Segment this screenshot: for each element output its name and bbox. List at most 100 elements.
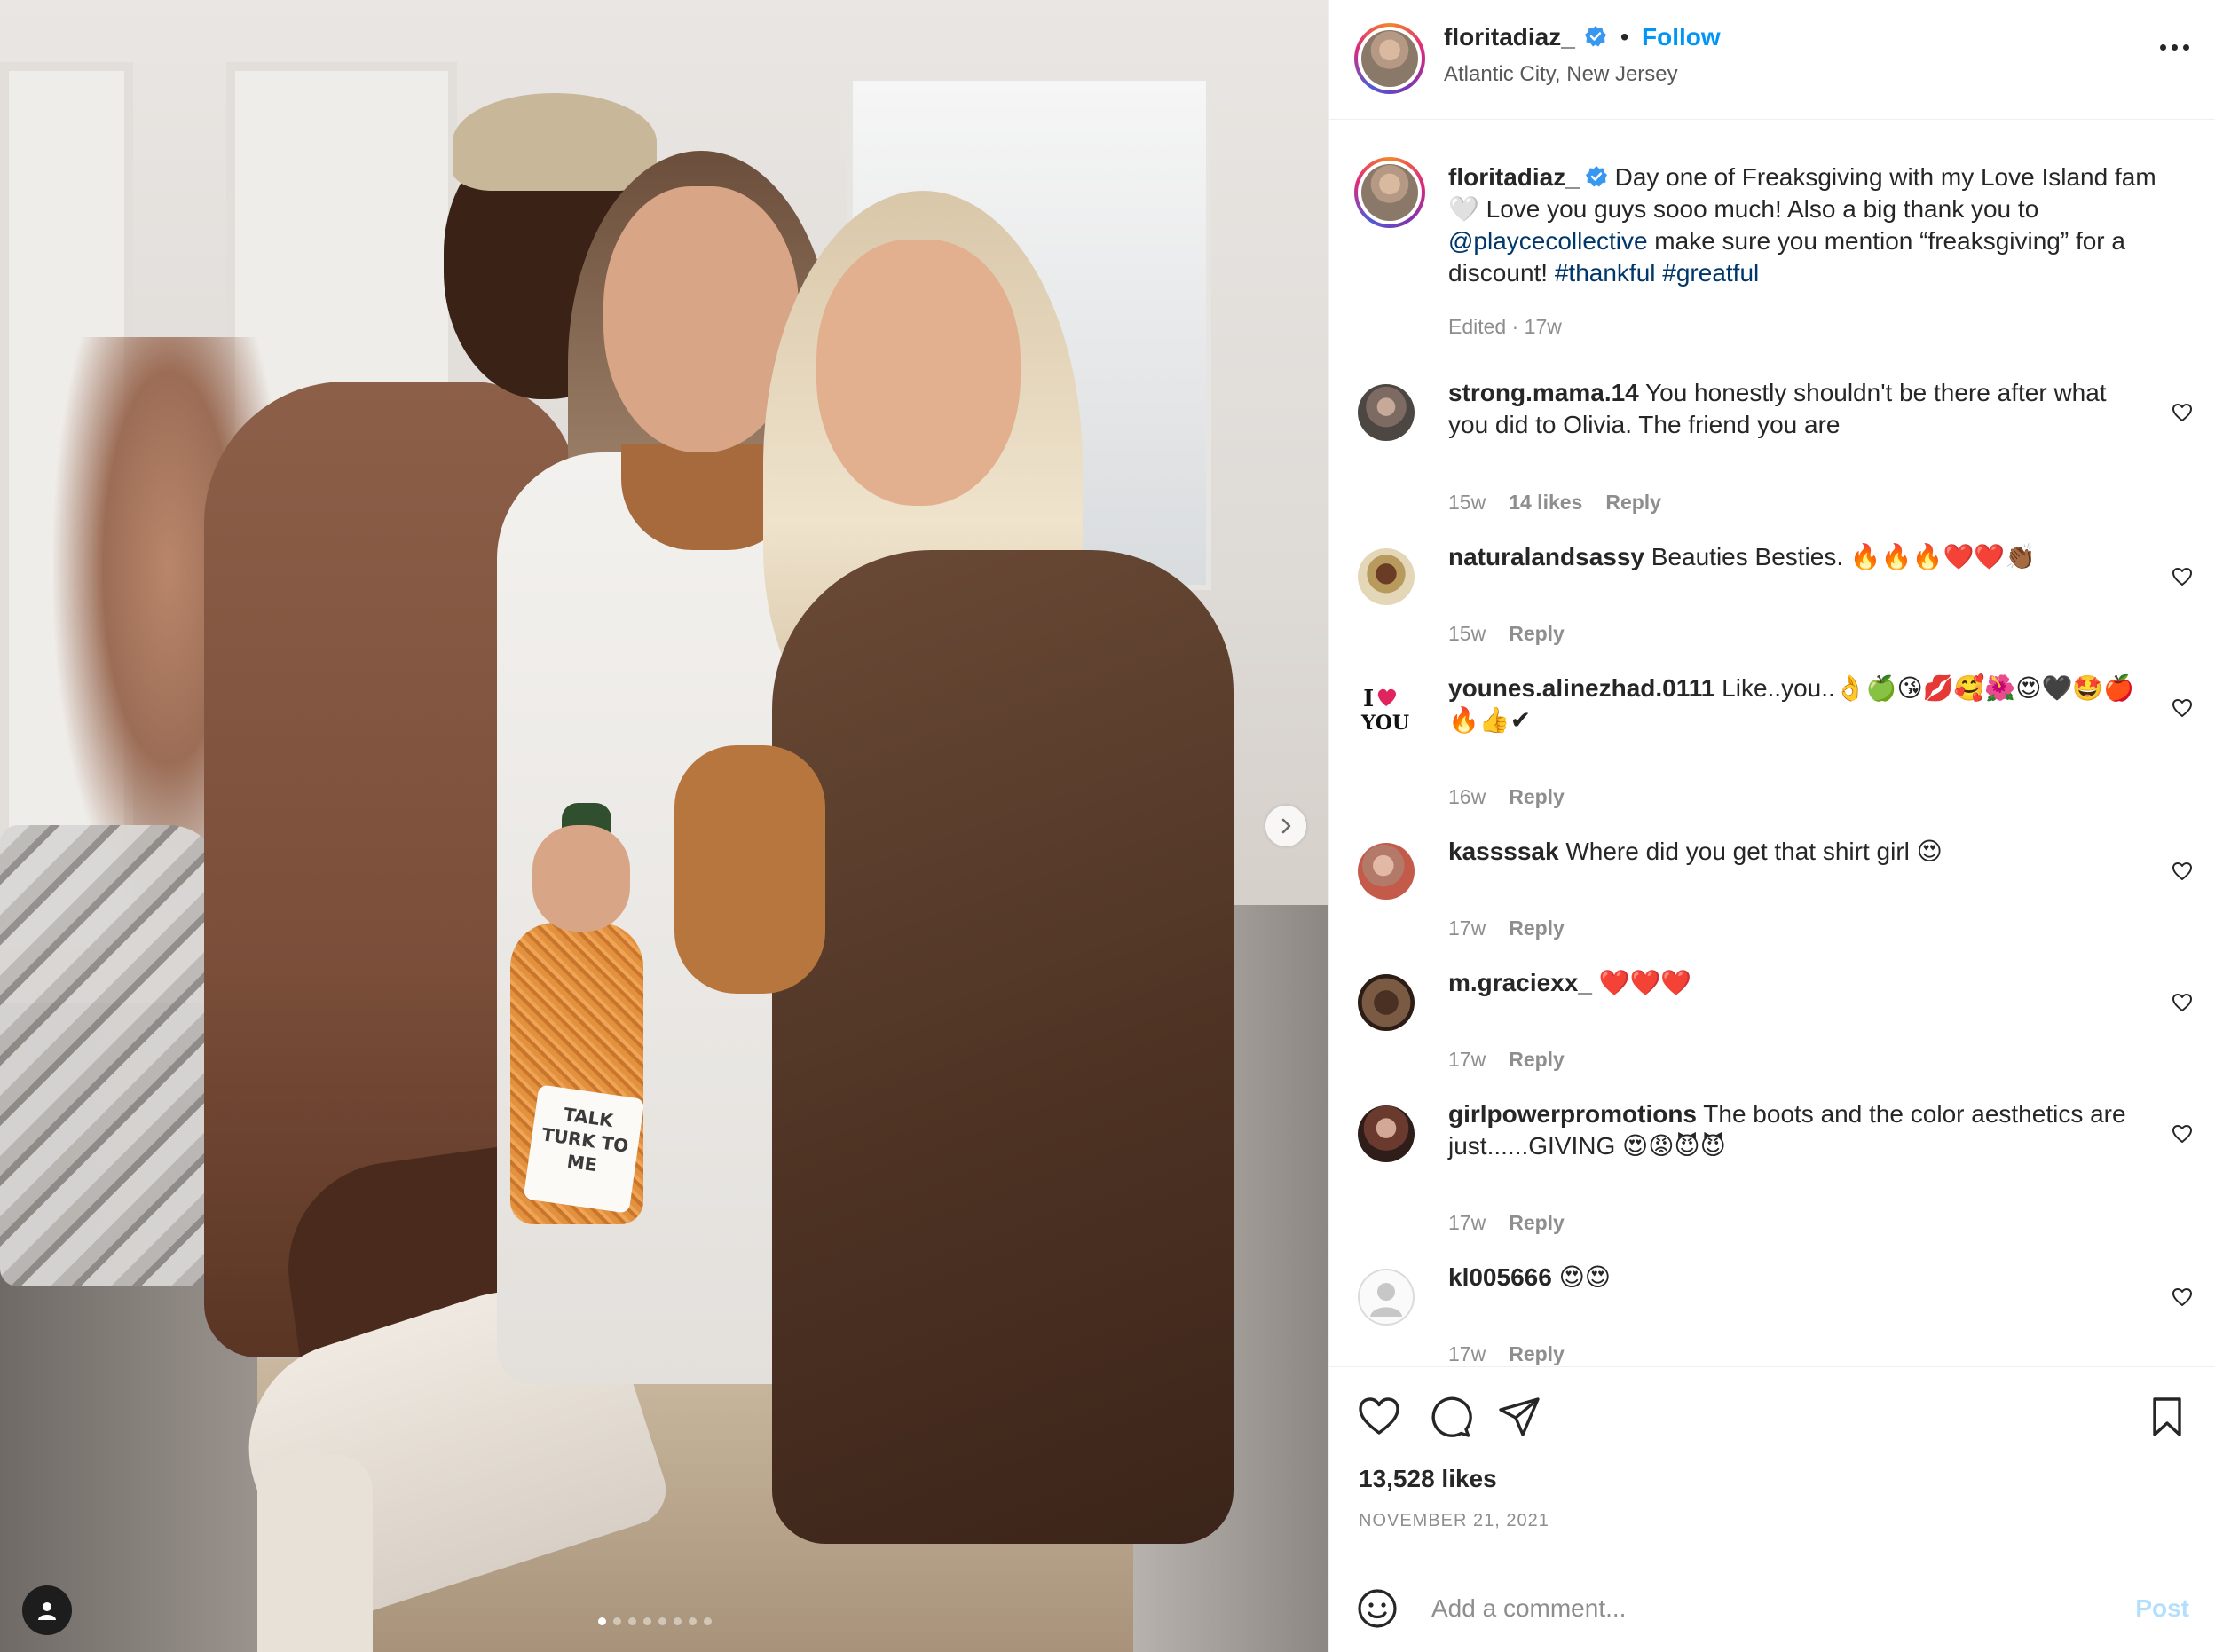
next-photo-button[interactable]: [1265, 806, 1306, 846]
comment-avatar[interactable]: [1358, 843, 1415, 900]
header-separator: •: [1620, 23, 1629, 51]
carousel-dot: [674, 1617, 682, 1625]
comment-time[interactable]: 16w: [1448, 785, 1486, 808]
comment-username[interactable]: kl005666: [1448, 1263, 1552, 1291]
comment-time[interactable]: 17w: [1448, 1048, 1486, 1071]
carousel-dot: [689, 1617, 697, 1625]
comment-avatar[interactable]: [1358, 1105, 1415, 1162]
comment-text: Where did you get that shirt girl 😍: [1558, 838, 1943, 865]
hashtag-link[interactable]: #thankful: [1555, 259, 1656, 287]
comment-meta: 17w Reply: [1448, 916, 1565, 940]
comment-username[interactable]: younes.alinezhad.0111: [1448, 674, 1714, 702]
user-tag-icon: [38, 1602, 56, 1620]
emoji-icon[interactable]: [1356, 1587, 1399, 1630]
verified-badge-icon: [1585, 26, 1607, 47]
comment-like-heart-icon[interactable]: [2172, 861, 2193, 882]
hand: [532, 825, 630, 932]
author-avatar[interactable]: [1354, 23, 1425, 94]
comment-meta: 17w Reply: [1448, 1048, 1565, 1072]
post-comment-button[interactable]: Post: [2135, 1594, 2189, 1623]
carousel-dot: [643, 1617, 651, 1625]
comment-likes[interactable]: 14 likes: [1509, 491, 1582, 514]
reply-button[interactable]: Reply: [1509, 1048, 1565, 1071]
comment-username[interactable]: girlpowerpromotions: [1448, 1100, 1697, 1128]
reply-button[interactable]: Reply: [1509, 785, 1565, 808]
reply-button[interactable]: Reply: [1509, 1342, 1565, 1365]
comment-username[interactable]: strong.mama.14: [1448, 379, 1639, 406]
comment-meta: 17w Reply: [1448, 1211, 1565, 1235]
svg-text:YOU: YOU: [1360, 712, 1409, 735]
likes-count[interactable]: 13,528 likes: [1359, 1465, 1497, 1493]
comment-like-heart-icon[interactable]: [2172, 1286, 2193, 1308]
bookmark-icon[interactable]: [2144, 1394, 2190, 1440]
post-actions: 13,528 likes NOVEMBER 21, 2021: [1329, 1366, 2215, 1562]
follow-button[interactable]: Follow: [1642, 23, 1721, 51]
verified-badge-icon: [1585, 166, 1607, 187]
white-boot: [257, 1455, 373, 1652]
chevron-right-icon: [1281, 818, 1291, 834]
share-icon[interactable]: [1496, 1394, 1542, 1440]
comment-like-heart-icon[interactable]: [2172, 566, 2193, 587]
author-username[interactable]: floritadiaz_: [1444, 23, 1575, 51]
comment-like-heart-icon[interactable]: [2172, 697, 2193, 719]
caption-text: floritadiaz_ Day one of Freaksgiving wit…: [1448, 161, 2189, 289]
comment-text: Beauties Besties. 🔥🔥🔥❤️❤️👏🏾: [1644, 543, 2037, 570]
more-horizontal-icon: [2160, 44, 2166, 51]
comment-avatar[interactable]: [1358, 384, 1415, 441]
comment-avatar[interactable]: [1358, 1269, 1415, 1326]
comment-text: 😍😍: [1551, 1263, 1611, 1291]
post-date[interactable]: NOVEMBER 21, 2021: [1359, 1511, 1549, 1531]
i-love-you-avatar-icon: IYOU: [1360, 686, 1409, 735]
carousel-dot: [598, 1617, 606, 1625]
caption-avatar[interactable]: [1354, 157, 1425, 228]
svg-text:I: I: [1363, 686, 1374, 712]
user-tag-button[interactable]: [22, 1585, 72, 1635]
post-photo[interactable]: TALK TURK TO ME: [0, 0, 1328, 1652]
carousel-dot: [613, 1617, 621, 1625]
comment-like-heart-icon[interactable]: [2172, 402, 2193, 423]
add-comment-input[interactable]: [1431, 1589, 2053, 1628]
carousel-dots: [598, 1617, 712, 1625]
comment-text: ❤️❤️❤️: [1591, 969, 1692, 996]
person-right-face: [816, 240, 1021, 506]
reply-button[interactable]: Reply: [1509, 622, 1565, 645]
comment-username[interactable]: naturalandsassy: [1448, 543, 1644, 570]
carousel-dot: [628, 1617, 636, 1625]
comment-time[interactable]: 15w: [1448, 622, 1486, 645]
post-side-panel: floritadiaz_ • Follow Atlantic City, New…: [1328, 0, 2215, 1652]
reply-button[interactable]: Reply: [1509, 1211, 1565, 1234]
caption-mention-link[interactable]: @playcecollective: [1448, 227, 1648, 255]
comment-time[interactable]: 15w: [1448, 491, 1486, 514]
add-comment-bar: Post: [1329, 1562, 2215, 1652]
comment-time[interactable]: 17w: [1448, 1211, 1486, 1234]
comment-avatar[interactable]: I YOU: [1358, 680, 1415, 736]
comment-time[interactable]: 17w: [1448, 916, 1486, 940]
comment-meta: 17w Reply: [1448, 1342, 1565, 1366]
comment-like-heart-icon[interactable]: [2172, 1123, 2193, 1145]
comment-username[interactable]: m.graciexx_: [1448, 969, 1592, 996]
default-avatar-icon: [1358, 1269, 1415, 1326]
carousel-dot: [658, 1617, 666, 1625]
post-location[interactable]: Atlantic City, New Jersey: [1444, 62, 1678, 87]
caption-username[interactable]: floritadiaz_: [1448, 163, 1580, 191]
throw-blanket: [0, 825, 222, 1286]
heart-icon[interactable]: [1356, 1394, 1402, 1440]
comment-time[interactable]: 17w: [1448, 1342, 1486, 1365]
carousel-dot: [704, 1617, 712, 1625]
comment-meta: 15w 14 likes Reply: [1448, 491, 1661, 515]
reply-button[interactable]: Reply: [1605, 491, 1661, 514]
person-middle-sleeve: [674, 745, 825, 994]
comment-avatar[interactable]: [1358, 548, 1415, 605]
more-options-button[interactable]: [2160, 44, 2189, 51]
comment-username[interactable]: kassssak: [1448, 838, 1559, 865]
hashtag-link[interactable]: #greatful: [1662, 259, 1759, 287]
comment-like-heart-icon[interactable]: [2172, 992, 2193, 1013]
comment-meta: 16w Reply: [1448, 785, 1565, 809]
post-header: floritadiaz_ • Follow Atlantic City, New…: [1329, 0, 2215, 120]
person-right-jacket: [772, 550, 1234, 1544]
comment-icon[interactable]: [1427, 1394, 1473, 1440]
comment-avatar[interactable]: [1358, 974, 1415, 1031]
caption-meta: Edited · 17w: [1448, 315, 1562, 338]
reply-button[interactable]: Reply: [1509, 916, 1565, 940]
person-left-hair: [453, 93, 657, 191]
